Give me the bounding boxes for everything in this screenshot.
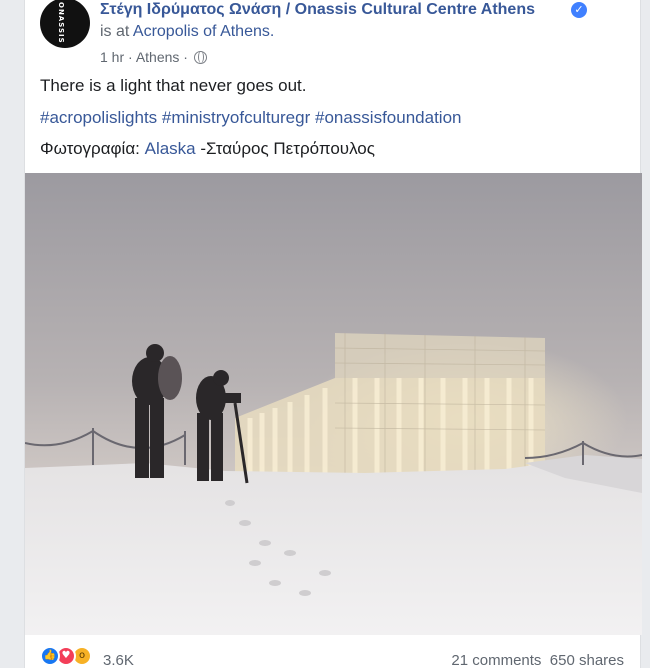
comments-count-link[interactable]: 21 comments (451, 652, 541, 668)
avatar-logo-text: ONASSIS (57, 2, 65, 44)
photo-credit-line: Φωτογραφία: Alaska -Σταύρος Πετρόπουλος (40, 138, 375, 160)
meta-separator-2: · (183, 49, 188, 65)
hashtag-link[interactable]: #onassisfoundation (315, 108, 462, 127)
hashtag-line: #acropolislights #ministryofculturegr #o… (40, 107, 462, 129)
post-text: There is a light that never goes out. (40, 76, 307, 95)
engagement-counts: 21 comments 650 shares (451, 652, 624, 668)
hashtag-link[interactable]: #ministryofculturegr (162, 108, 310, 127)
feed-background (641, 0, 650, 668)
page-name-link[interactable]: Στέγη Ιδρύματος Ωνάση / Onassis Cultural… (100, 0, 535, 20)
photo-credit-name: -Σταύρος Πετρόπουλος (200, 139, 375, 158)
hashtag-link[interactable]: #acropolislights (40, 108, 157, 127)
globe-icon[interactable] (193, 51, 207, 64)
photo-credit-link[interactable]: Alaska (145, 139, 196, 158)
checkin-place-link[interactable]: Acropolis of Athens. (133, 23, 274, 40)
photo-credit-label: Φωτογραφία: (40, 139, 140, 158)
verified-badge-icon: ✓ (571, 2, 587, 18)
checkin-prefix: is at (100, 23, 130, 40)
post-card: ONASSIS Στέγη Ιδρύματος Ωνάση / Onassis … (24, 0, 642, 668)
post-time-link[interactable]: 1 hr (100, 49, 124, 65)
post-photo[interactable] (25, 173, 642, 635)
post-meta: 1 hr · Athens · (100, 48, 207, 66)
thumbs-up-icon: 👍 (40, 646, 60, 666)
shares-count-link[interactable]: 650 shares (550, 652, 624, 668)
post-location-link[interactable]: Athens (136, 49, 180, 65)
meta-separator: · (128, 49, 133, 65)
reaction-count[interactable]: 3.6K (103, 652, 134, 668)
checkin-line: is at Acropolis of Athens. (100, 22, 274, 42)
